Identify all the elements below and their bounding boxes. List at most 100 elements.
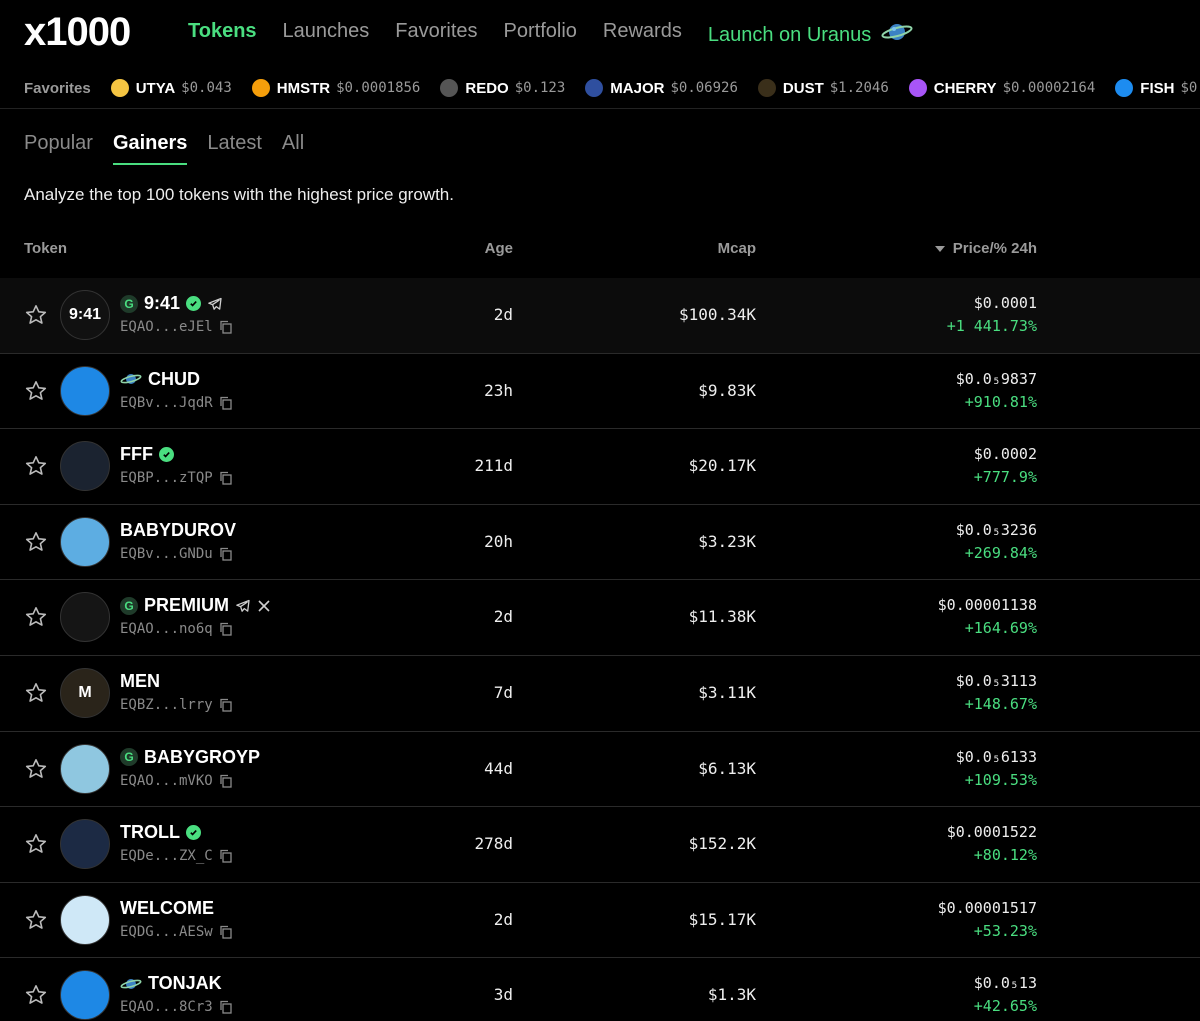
ticker-item[interactable]: MAJOR $0.06926 bbox=[585, 79, 738, 97]
token-mcap: $11.38K bbox=[688, 607, 756, 627]
favorite-star-icon[interactable] bbox=[24, 832, 48, 856]
favorite-star-icon[interactable] bbox=[24, 454, 48, 478]
nav-favorites[interactable]: Favorites bbox=[395, 20, 477, 50]
token-address: EQBv...GNDu bbox=[120, 546, 233, 562]
ticker-symbol: REDO bbox=[465, 79, 509, 97]
favorite-star-icon[interactable] bbox=[24, 983, 48, 1007]
token-table-body: 9:41 G 9:41 EQAO...eJEl 2d $100.34K $0.0001 +1 … bbox=[0, 278, 1200, 1021]
token-change-24h: +1 441.73% bbox=[946, 317, 1037, 335]
nav-rewards[interactable]: Rewards bbox=[603, 20, 682, 50]
ticker-item[interactable]: FISH $0 bbox=[1115, 79, 1197, 97]
nav-launch-on-uranus[interactable]: Launch on Uranus bbox=[708, 20, 913, 50]
token-price: $0.0₅3236 bbox=[955, 520, 1037, 539]
token-avatar bbox=[60, 365, 110, 416]
copy-icon[interactable] bbox=[219, 471, 233, 485]
verified-icon bbox=[159, 447, 174, 463]
ticker-symbol: UTYA bbox=[135, 79, 176, 97]
ticker-symbol: HMSTR bbox=[276, 79, 331, 97]
header-price-label: Price/% 24h bbox=[952, 240, 1037, 257]
token-address: EQAO...no6q bbox=[120, 621, 233, 637]
copy-icon[interactable] bbox=[219, 547, 233, 561]
ticker-symbol: MAJOR bbox=[610, 79, 665, 97]
table-row[interactable]: FFF EQBP...zTQP 211d $20.17K $0.0002 +777.9% bbox=[0, 429, 1200, 505]
table-row[interactable]: 9:41 G 9:41 EQAO...eJEl 2d $100.34K $0.0001 +1 … bbox=[0, 278, 1200, 354]
token-change-24h: +148.67% bbox=[964, 694, 1037, 713]
x-icon[interactable] bbox=[257, 599, 271, 613]
token-icon bbox=[251, 79, 270, 97]
copy-icon[interactable] bbox=[219, 925, 233, 939]
tab-popular[interactable]: Popular bbox=[24, 132, 93, 165]
token-change-24h: +53.23% bbox=[973, 921, 1037, 940]
copy-icon[interactable] bbox=[219, 320, 233, 334]
tab-gainers[interactable]: Gainers bbox=[112, 132, 188, 165]
table-row[interactable]: BABYDUROV EQBv...GNDu 20h $3.23K $0.0₅3236 +2… bbox=[0, 505, 1200, 581]
token-mcap: $20.17K bbox=[688, 456, 756, 476]
table-row[interactable]: G PREMIUM EQAO...no6q 2d $11.38K $0.00001138 +… bbox=[0, 580, 1200, 656]
ticker-label: Favorites bbox=[24, 79, 91, 97]
copy-icon[interactable] bbox=[219, 698, 233, 712]
favorite-star-icon[interactable] bbox=[24, 908, 48, 932]
header-price-sort[interactable]: Price/% 24h bbox=[934, 240, 1037, 257]
launch-on-uranus-label: Launch on Uranus bbox=[707, 23, 872, 46]
copy-icon[interactable] bbox=[219, 774, 233, 788]
nav-launches[interactable]: Launches bbox=[283, 20, 370, 50]
ticker-symbol: DUST bbox=[782, 79, 824, 97]
table-row[interactable]: M MEN EQBZ...lrry 7d $3.11K $0.0₅3113 +148.67% bbox=[0, 656, 1200, 732]
g-badge-icon: G bbox=[120, 294, 138, 313]
table-row[interactable]: TONJAK EQAO...8Cr3 3d $1.3K $0.0₅13 +42.65% bbox=[0, 958, 1200, 1021]
telegram-icon[interactable] bbox=[207, 296, 223, 312]
token-age: 2d bbox=[493, 909, 513, 929]
main-nav: Tokens Launches Favorites Portfolio Rewa… bbox=[188, 20, 913, 50]
token-name: TONJAK bbox=[148, 973, 222, 994]
copy-icon[interactable] bbox=[219, 396, 233, 410]
brand-logo[interactable]: x1000 bbox=[24, 10, 131, 55]
token-price: $0.0₅3113 bbox=[955, 671, 1037, 690]
address-text: EQAO...mVKO bbox=[120, 772, 213, 789]
nav-tokens[interactable]: Tokens bbox=[188, 20, 257, 50]
ticker-item[interactable]: DUST $1.2046 bbox=[757, 79, 889, 97]
address-text: EQAO...no6q bbox=[120, 621, 213, 638]
table-row[interactable]: WELCOME EQDG...AESw 2d $15.17K $0.00001517 +5… bbox=[0, 883, 1200, 959]
tab-latest[interactable]: Latest bbox=[207, 132, 261, 165]
copy-icon[interactable] bbox=[219, 849, 233, 863]
ticker-price: $0 bbox=[1180, 80, 1198, 96]
token-avatar: 9:41 bbox=[60, 290, 110, 340]
favorite-star-icon[interactable] bbox=[24, 303, 48, 327]
token-price: $0.0002 bbox=[973, 445, 1037, 464]
ticker-item[interactable]: UTYA $0.043 bbox=[110, 79, 232, 97]
nav-portfolio[interactable]: Portfolio bbox=[504, 20, 577, 50]
favorite-star-icon[interactable] bbox=[24, 605, 48, 629]
ticker-item[interactable]: HMSTR $0.0001856 bbox=[251, 79, 420, 97]
planet-icon bbox=[120, 371, 142, 387]
top-nav: x1000 Tokens Launches Favorites Portfoli… bbox=[0, 0, 1200, 66]
token-price: $0.0001 bbox=[973, 294, 1037, 312]
token-name-line: G BABYGROYP bbox=[120, 747, 260, 768]
ticker-item[interactable]: REDO $0.123 bbox=[440, 79, 565, 97]
header-mcap[interactable]: Mcap bbox=[718, 240, 756, 257]
table-row[interactable]: TROLL EQDe...ZX_C 278d $152.2K $0.0001522 +80… bbox=[0, 807, 1200, 883]
header-token[interactable]: Token bbox=[24, 240, 67, 257]
copy-icon[interactable] bbox=[219, 622, 233, 637]
ticker-item[interactable]: CHERRY $0.00002164 bbox=[908, 79, 1095, 97]
favorite-star-icon[interactable] bbox=[24, 379, 48, 403]
favorite-star-icon[interactable] bbox=[24, 530, 48, 554]
avatar-text: 9:41 bbox=[68, 306, 102, 323]
token-age: 211d bbox=[474, 456, 513, 476]
avatar-text: M bbox=[78, 683, 92, 701]
telegram-icon[interactable] bbox=[235, 598, 251, 614]
header-age[interactable]: Age bbox=[485, 240, 513, 257]
token-name-line: TONJAK bbox=[120, 973, 222, 994]
favorite-star-icon[interactable] bbox=[24, 681, 48, 705]
token-price: $0.0₅9837 bbox=[955, 369, 1037, 388]
token-avatar bbox=[60, 441, 110, 492]
favorites-ticker: Favorites UTYA $0.043 HMSTR $0.0001856 REDO $… bbox=[0, 72, 1200, 104]
token-age: 3d bbox=[493, 985, 513, 1005]
token-avatar bbox=[60, 970, 110, 1021]
tab-all[interactable]: All bbox=[282, 132, 304, 165]
table-row[interactable]: G BABYGROYP EQAO...mVKO 44d $6.13K $0.0₅6133 +… bbox=[0, 732, 1200, 808]
copy-icon[interactable] bbox=[219, 1000, 233, 1014]
token-name: MEN bbox=[120, 670, 160, 691]
table-row[interactable]: CHUD EQBv...JqdR 23h $9.83K $0.0₅9837 +910.81… bbox=[0, 354, 1200, 430]
token-address: EQAO...8Cr3 bbox=[120, 999, 233, 1015]
favorite-star-icon[interactable] bbox=[24, 757, 48, 781]
